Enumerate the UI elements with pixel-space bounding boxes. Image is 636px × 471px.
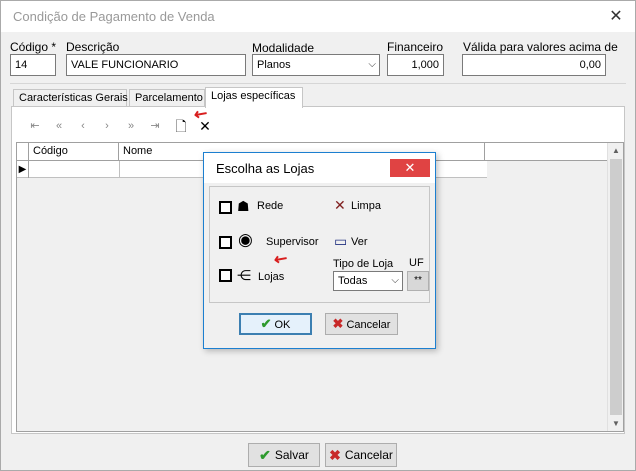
financeiro-field[interactable]: 1,000	[387, 54, 444, 76]
dialog-title-bar: Escolha as Lojas ✕	[204, 153, 435, 183]
uf-field[interactable]: **	[407, 271, 429, 291]
modalidade-select[interactable]: Planos ⌵	[252, 54, 380, 76]
cancel-x-icon: ✖	[329, 447, 341, 463]
new-document-icon[interactable]: 🗋	[172, 117, 190, 135]
cancel-x-icon: ✖	[332, 316, 344, 331]
tab-caracteristicas-gerais[interactable]: Características Gerais	[13, 89, 128, 107]
rede-checkbox[interactable]	[219, 201, 232, 214]
chevron-down-icon: ⌵	[368, 59, 376, 70]
chevron-down-icon: ⌵	[391, 275, 399, 286]
tipo-loja-value: Todas	[338, 275, 368, 287]
rede-label: Rede	[257, 200, 284, 212]
modalidade-label: Modalidade	[252, 41, 315, 55]
clear-x-icon[interactable]: ✕	[334, 197, 346, 213]
ver-link[interactable]: Ver	[351, 236, 368, 248]
indicator-header	[17, 143, 29, 160]
financeiro-label: Financeiro	[387, 40, 444, 54]
tipo-loja-label: Tipo de Loja	[333, 258, 394, 270]
window-title: Condição de Pagamento de Venda	[13, 9, 215, 24]
prior-page-icon[interactable]: «	[50, 117, 68, 135]
tab-lojas-especificas[interactable]: Lojas específicas	[205, 87, 303, 108]
tipo-loja-select[interactable]: Todas ⌵	[333, 271, 403, 291]
lojas-label: Lojas	[258, 271, 285, 283]
network-icon: ☗	[237, 198, 250, 214]
dialog-cancel-label: Cancelar	[346, 319, 391, 331]
last-record-icon[interactable]: ⇥	[146, 117, 164, 135]
save-button[interactable]: ✔ Salvar	[248, 443, 320, 467]
scroll-down-icon[interactable]: ▼	[608, 419, 624, 428]
first-record-icon[interactable]: ⇤	[26, 117, 44, 135]
next-record-icon[interactable]: ›	[98, 117, 116, 135]
cell-divider	[119, 161, 120, 178]
scroll-thumb[interactable]	[610, 159, 622, 415]
store-tree-icon: ⋲	[237, 267, 251, 283]
scroll-up-icon[interactable]: ▲	[608, 146, 624, 155]
supervisor-checkbox[interactable]	[219, 236, 232, 249]
title-bar: Condição de Pagamento de Venda ✕	[1, 1, 635, 32]
tab-parcelamento[interactable]: Parcelamento	[129, 89, 205, 107]
modalidade-value: Planos	[257, 59, 291, 71]
descricao-label: Descrição	[66, 40, 120, 54]
cancel-button[interactable]: ✖ Cancelar	[325, 443, 397, 467]
check-icon: ✔	[259, 447, 271, 463]
navigation-toolbar: ⇤ « ‹ › » ⇥ 🗋 ✕ ↙	[26, 104, 226, 135]
ok-label: OK	[274, 319, 291, 331]
escolha-lojas-dialog: Escolha as Lojas ✕ ☗ Rede ✕ Limpa ◉ Supe…	[203, 152, 436, 349]
dialog-options-panel: ☗ Rede ✕ Limpa ◉ Supervisor ▭ Ver ⋲ Loja…	[209, 186, 430, 303]
prior-record-icon[interactable]: ‹	[74, 117, 92, 135]
main-window: Condição de Pagamento de Venda ✕ Código …	[0, 0, 636, 471]
header-fields: Código * 14 Descrição VALE FUNCIONARIO M…	[10, 34, 626, 84]
descricao-field[interactable]: VALE FUNCIONARIO	[66, 54, 246, 76]
vertical-scrollbar[interactable]: ▲ ▼	[607, 143, 623, 431]
supervisor-label: Supervisor	[266, 236, 319, 248]
dialog-title: Escolha as Lojas	[216, 161, 315, 176]
supervisor-icon: ◉	[238, 230, 253, 249]
ok-button[interactable]: ✔ OK	[239, 313, 312, 335]
column-codigo[interactable]: Código	[29, 143, 119, 160]
close-window-button[interactable]: ✕	[607, 8, 625, 26]
lojas-checkbox[interactable]	[219, 269, 232, 282]
red-pointer-arrow-icon: ↙	[270, 248, 291, 271]
dialog-cancel-button[interactable]: ✖ Cancelar	[325, 313, 398, 335]
valida-field[interactable]: 0,00	[462, 54, 606, 76]
valida-label: Válida para valores acima de	[463, 40, 618, 54]
next-page-icon[interactable]: »	[122, 117, 140, 135]
dialog-close-button[interactable]: ✕	[390, 159, 430, 177]
limpa-link[interactable]: Limpa	[351, 200, 381, 212]
save-label: Salvar	[274, 448, 309, 462]
codigo-label: Código *	[10, 40, 57, 54]
view-window-icon[interactable]: ▭	[334, 233, 347, 249]
check-icon: ✔	[260, 316, 272, 331]
uf-label: UF	[409, 257, 424, 269]
cancel-label: Cancelar	[344, 448, 393, 462]
row-indicator-icon: ▶	[17, 161, 29, 178]
codigo-field[interactable]: 14	[10, 54, 56, 76]
